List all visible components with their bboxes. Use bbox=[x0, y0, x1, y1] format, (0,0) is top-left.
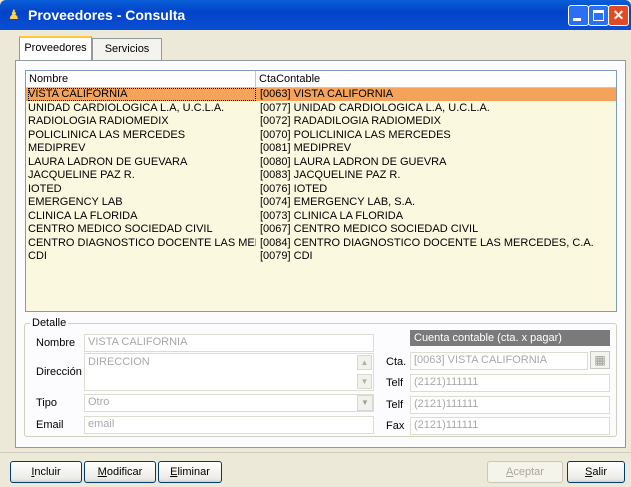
column-header-ctacontable[interactable]: CtaContable bbox=[256, 71, 616, 87]
salir-label: alir bbox=[592, 466, 607, 478]
title-bar[interactable]: ♟ Proveedores - Consulta ✕ bbox=[0, 0, 631, 30]
fax-label: Fax bbox=[386, 420, 405, 432]
telf2-field[interactable]: (2121)111111 bbox=[410, 396, 610, 414]
list-row[interactable]: VISTA CALIFORNIA [0063] VISTA CALIFORNIA bbox=[26, 88, 616, 101]
cell-ctacontable: [0076] IOTED bbox=[260, 182, 328, 195]
cell-nombre: CLINICA LA FLORIDA bbox=[28, 209, 138, 222]
list-row[interactable]: MEDIPREV [0081] MEDIPREV bbox=[26, 142, 616, 155]
telf1-label: Telf bbox=[386, 377, 404, 389]
cta-field[interactable]: [0063] VISTA CALIFORNIA bbox=[410, 352, 588, 370]
chevron-down-icon[interactable]: ▼ bbox=[357, 395, 373, 411]
telf1-field[interactable]: (2121)111111 bbox=[410, 374, 610, 392]
table-lookup-icon[interactable]: ▦ bbox=[590, 351, 610, 369]
maximize-button[interactable] bbox=[588, 5, 609, 26]
window-title: Proveedores - Consulta bbox=[28, 7, 186, 23]
list-row[interactable]: POLICLINICA LAS MERCEDES [0070] POLICLINI… bbox=[26, 129, 616, 142]
direccion-field[interactable]: DIRECCION bbox=[84, 353, 374, 391]
nombre-field[interactable]: VISTA CALIFORNIA bbox=[84, 334, 374, 352]
cell-ctacontable: [0081] MEDIPREV bbox=[260, 142, 352, 154]
person-icon: ♟ bbox=[8, 7, 20, 22]
list-row[interactable]: CENTRO DIAGNOSTICO DOCENTE LAS MER [0084]… bbox=[26, 237, 616, 250]
aceptar-button[interactable]: Aceptar bbox=[487, 461, 563, 483]
cell-ctacontable: [0067] CENTRO MEDICO SOCIEDAD CIVIL bbox=[260, 223, 479, 235]
cell-nombre: LAURA LADRON DE GUEVARA bbox=[28, 155, 188, 168]
scroll-up-icon[interactable]: ▲ bbox=[357, 355, 372, 370]
cell-ctacontable: [0084] CENTRO DIAGNOSTICO DOCENTE LAS ME… bbox=[260, 236, 594, 249]
cell-ctacontable: [0072] RADADILOGIA RADIOMEDIX bbox=[260, 115, 441, 127]
cell-nombre: CENTRO MEDICO SOCIEDAD CIVIL bbox=[28, 223, 213, 235]
detalle-legend: Detalle bbox=[30, 317, 69, 329]
maximize-icon bbox=[593, 10, 604, 21]
cell-ctacontable: [0080] LAURA LADRON DE GUEVRA bbox=[260, 155, 447, 168]
telf2-label: Telf bbox=[386, 399, 404, 411]
tipo-label: Tipo bbox=[36, 397, 57, 409]
modificar-accesskey: M bbox=[97, 466, 107, 478]
incluir-button[interactable]: Incluir bbox=[10, 461, 82, 483]
cell-ctacontable: [0073] CLINICA LA FLORIDA bbox=[260, 209, 404, 222]
email-field[interactable]: email bbox=[84, 416, 374, 434]
cell-nombre: MEDIPREV bbox=[28, 142, 86, 154]
cell-ctacontable: [0074] EMERGENCY LAB, S.A. bbox=[260, 196, 416, 208]
cuenta-contable-header: Cuenta contable (cta. x pagar) bbox=[410, 330, 610, 346]
modificar-label: odificar bbox=[106, 466, 143, 478]
list-header: Nombre CtaContable bbox=[26, 71, 616, 88]
list-row[interactable]: CLINICA LA FLORIDA [0073] CLINICA LA FLOR… bbox=[26, 210, 616, 223]
cell-nombre: JACQUELINE PAZ R. bbox=[28, 169, 135, 181]
cell-nombre: CENTRO DIAGNOSTICO DOCENTE LAS MER bbox=[28, 236, 256, 249]
list-row[interactable]: CENTRO MEDICO SOCIEDAD CIVIL [0067] CENTR… bbox=[26, 223, 616, 236]
cta-label: Cta. bbox=[386, 356, 407, 368]
cell-nombre: RADIOLOGIA RADIOMEDIX bbox=[28, 115, 169, 127]
email-label: Email bbox=[36, 419, 64, 431]
salir-button[interactable]: Salir bbox=[567, 461, 625, 483]
nombre-label: Nombre bbox=[36, 337, 76, 349]
modificar-button[interactable]: Modificar bbox=[84, 461, 156, 483]
incluir-label: ncluir bbox=[34, 466, 61, 478]
minimize-icon bbox=[573, 18, 581, 21]
list-row[interactable]: RADIOLOGIA RADIOMEDIX [0072] RADADILOGIA … bbox=[26, 115, 616, 128]
fax-field[interactable]: (2121)111111 bbox=[410, 417, 610, 435]
list-row[interactable]: JACQUELINE PAZ R. [0083] JACQUELINE PAZ R… bbox=[26, 169, 616, 182]
direccion-label: Dirección bbox=[36, 366, 82, 378]
scroll-down-icon[interactable]: ▼ bbox=[357, 374, 372, 389]
tab-servicios[interactable]: Servicios bbox=[92, 38, 162, 60]
cell-nombre: EMERGENCY LAB bbox=[28, 196, 123, 208]
cell-ctacontable: [0070] POLICLINICA LAS MERCEDES bbox=[260, 128, 451, 141]
aceptar-label: ceptar bbox=[513, 466, 544, 478]
cell-nombre: VISTA CALIFORNIA bbox=[28, 88, 256, 101]
window: ♟ Proveedores - Consulta ✕ Proveedores S… bbox=[0, 0, 631, 487]
close-icon: ✕ bbox=[612, 7, 625, 23]
cell-nombre: UNIDAD CARDIOLOGICA L.A, U.C.L.A. bbox=[28, 101, 225, 114]
cell-ctacontable: [0083] JACQUELINE PAZ R. bbox=[260, 169, 401, 181]
cell-ctacontable: [0079] CDI bbox=[260, 250, 313, 262]
cell-nombre: IOTED bbox=[28, 182, 62, 195]
proveedores-list[interactable]: Nombre CtaContable VISTA CALIFORNIA [0063… bbox=[25, 70, 617, 312]
tipo-select[interactable]: Otro bbox=[84, 394, 374, 412]
column-header-nombre[interactable]: Nombre bbox=[26, 71, 256, 87]
eliminar-label: liminar bbox=[177, 466, 210, 478]
tab-proveedores[interactable]: Proveedores bbox=[19, 36, 92, 60]
close-button[interactable]: ✕ bbox=[608, 5, 629, 26]
cell-nombre: CDI bbox=[28, 250, 47, 262]
cell-ctacontable: [0077] UNIDAD CARDIOLOGICA L.A, U.C.L.A. bbox=[260, 101, 490, 114]
minimize-button[interactable] bbox=[568, 5, 589, 26]
list-row[interactable]: UNIDAD CARDIOLOGICA L.A, U.C.L.A. [0077] … bbox=[26, 102, 616, 115]
eliminar-button[interactable]: Eliminar bbox=[158, 461, 222, 483]
cell-nombre: POLICLINICA LAS MERCEDES bbox=[28, 128, 186, 141]
list-row[interactable]: CDI [0079] CDI bbox=[26, 250, 616, 263]
list-row[interactable]: EMERGENCY LAB [0074] EMERGENCY LAB, S.A. bbox=[26, 196, 616, 209]
cell-ctacontable: [0063] VISTA CALIFORNIA bbox=[260, 88, 394, 100]
list-row[interactable]: IOTED [0076] IOTED bbox=[26, 183, 616, 196]
list-row[interactable]: LAURA LADRON DE GUEVARA [0080] LAURA LADR… bbox=[26, 156, 616, 169]
